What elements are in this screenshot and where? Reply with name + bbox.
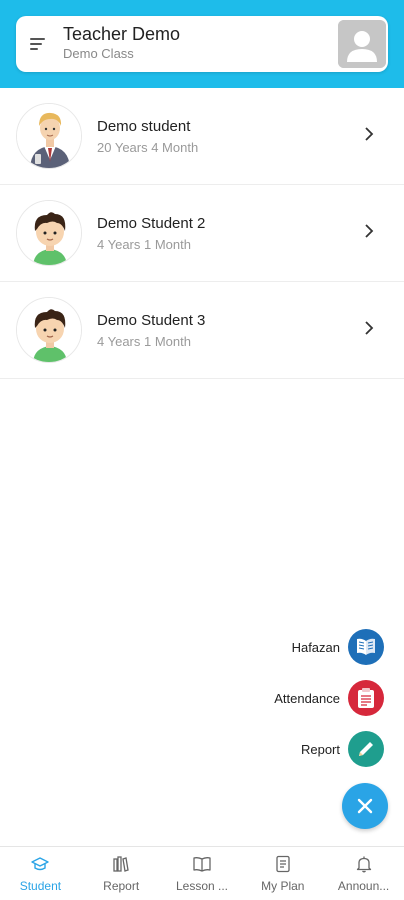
bell-icon [356,856,371,873]
student-age: 4 Years 1 Month [97,237,191,252]
child-avatar-icon [16,200,82,266]
nav-report-label: Report [103,879,140,893]
student-age: 4 Years 1 Month [97,334,191,349]
document-icon [276,855,290,873]
profile-avatar-icon[interactable] [338,20,386,68]
student-row[interactable]: Demo Student 2 4 Years 1 Month [0,185,404,282]
child-avatar-icon [16,297,82,363]
fab-report[interactable]: Report [301,731,384,767]
clipboard-icon[interactable] [348,680,384,716]
student-row[interactable]: Demo student 20 Years 4 Month [0,88,404,185]
header-card: Teacher Demo Demo Class [16,16,388,72]
student-name: Demo Student 3 [97,312,206,329]
menu-icon[interactable] [30,36,46,52]
student-list: Demo student 20 Years 4 Month Demo Stude… [0,88,404,379]
fab-report-label[interactable]: Report [301,742,340,757]
bottom-nav: Student Report Lesson ... My Plan Announ… [0,846,404,900]
nav-my-plan[interactable]: My Plan [242,847,323,900]
nav-lesson[interactable]: Lesson ... [162,847,243,900]
pencil-icon[interactable] [348,731,384,767]
chevron-right-icon[interactable] [364,223,374,239]
nav-lesson-label: Lesson ... [175,879,228,893]
nav-student[interactable]: Student [0,847,81,900]
graduation-cap-icon [31,857,50,871]
fab-hafazan[interactable]: Hafazan [292,629,384,665]
open-book-icon [193,857,211,872]
nav-student-label: Student [19,879,62,893]
nav-announcement[interactable]: Announ... [323,847,404,900]
adult-student-avatar-icon [16,103,82,169]
class-name: Demo Class [63,46,134,61]
student-age: 20 Years 4 Month [97,140,199,155]
chevron-right-icon[interactable] [364,126,374,142]
student-name: Demo student [97,118,191,135]
nav-announcement-label: Announ... [337,879,390,893]
close-icon[interactable] [342,783,388,829]
fab-hafazan-label[interactable]: Hafazan [292,640,340,655]
fab-attendance[interactable]: Attendance [274,680,384,716]
student-name: Demo Student 2 [97,215,206,232]
header-bar: Teacher Demo Demo Class [0,0,404,88]
student-row[interactable]: Demo Student 3 4 Years 1 Month [0,282,404,379]
teacher-name: Teacher Demo [63,24,181,44]
nav-report[interactable]: Report [81,847,162,900]
fab-attendance-label[interactable]: Attendance [274,691,340,706]
quran-book-icon[interactable] [348,629,384,665]
books-icon [113,856,129,872]
chevron-right-icon[interactable] [364,320,374,336]
nav-my-plan-label: My Plan [261,879,305,893]
